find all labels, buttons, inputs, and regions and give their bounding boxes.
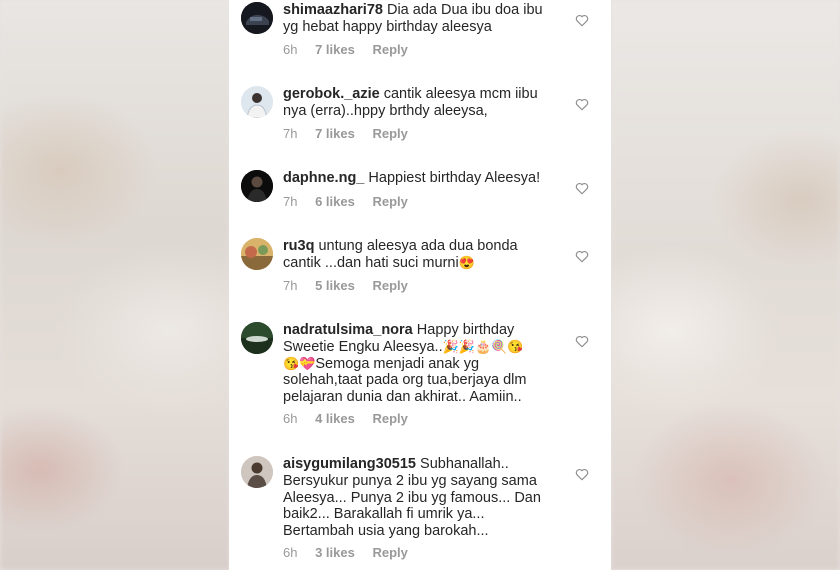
comment-likes[interactable]: 6 likes <box>315 194 355 209</box>
comment-likes[interactable]: 3 likes <box>315 545 355 560</box>
reply-button[interactable]: Reply <box>372 278 407 293</box>
like-heart-icon[interactable] <box>575 182 589 195</box>
dark-car-avatar-icon[interactable] <box>241 2 273 34</box>
comment-username[interactable]: ru3q <box>283 238 314 254</box>
comment-likes[interactable]: 7 likes <box>315 42 355 57</box>
comment-likes[interactable]: 4 likes <box>315 411 355 426</box>
comment-meta: 7h 5 likes Reply <box>283 278 422 293</box>
party-emoji-group: 🎉🎉🎂🍭😘 <box>442 338 524 354</box>
comment-text: gerobok._azie cantik aleesya mcm iibu ny… <box>283 86 558 120</box>
comment-meta: 7h 6 likes Reply <box>283 194 422 209</box>
heart-eyes-emoji: 😍 <box>458 254 475 270</box>
dark-portrait-avatar-icon[interactable] <box>241 170 273 202</box>
comment-username[interactable]: daphne.ng_ <box>283 170 364 186</box>
reply-button[interactable]: Reply <box>372 126 407 141</box>
landscape-avatar-icon[interactable] <box>241 238 273 270</box>
comment-meta: 6h 4 likes Reply <box>283 411 422 426</box>
comment-body: Happiest birthday Aleesya! <box>368 170 541 186</box>
reply-button[interactable]: Reply <box>372 42 407 57</box>
comment-text: shimaazhari78 Dia ada Dua ibu doa ibu yg… <box>283 2 558 36</box>
comment-meta: 7h 7 likes Reply <box>283 126 422 141</box>
comments-panel: shimaazhari78 Dia ada Dua ibu doa ibu yg… <box>229 0 611 570</box>
comment-likes[interactable]: 7 likes <box>315 126 355 141</box>
nature-avatar-icon[interactable] <box>241 322 273 354</box>
comment-body-continued: Semoga menjadi anak yg solehah,taat pada… <box>283 355 527 406</box>
comment-text: daphne.ng_ Happiest birthday Aleesya! <box>283 170 558 187</box>
comment-text: nadratulsima_nora Happy birthday Sweetie… <box>283 322 558 406</box>
comment-text: ru3q untung aleesya ada dua bonda cantik… <box>283 238 558 272</box>
comment-text: aisygumilang30515 Subhanallah.. Bersyuku… <box>283 456 558 540</box>
blurred-background-left <box>0 0 230 570</box>
comment-username[interactable]: shimaazhari78 <box>283 2 383 18</box>
person-avatar-icon[interactable] <box>241 456 273 488</box>
comment-likes[interactable]: 5 likes <box>315 278 355 293</box>
blurred-background-right <box>611 0 840 570</box>
comment-meta: 6h 7 likes Reply <box>283 42 422 57</box>
comment-username[interactable]: aisygumilang30515 <box>283 456 416 472</box>
reply-button[interactable]: Reply <box>372 545 407 560</box>
comment-time: 7h <box>283 126 298 141</box>
reply-button[interactable]: Reply <box>372 411 407 426</box>
like-heart-icon[interactable] <box>575 14 589 27</box>
comment-body: untung aleesya ada dua bonda cantik ...d… <box>283 238 518 271</box>
comment-meta: 6h 3 likes Reply <box>283 545 422 560</box>
person-avatar-icon[interactable] <box>241 86 273 118</box>
comment-time: 6h <box>283 42 298 57</box>
like-heart-icon[interactable] <box>575 468 589 481</box>
comment-time: 6h <box>283 545 298 560</box>
comment-time: 7h <box>283 278 298 293</box>
reply-button[interactable]: Reply <box>372 194 407 209</box>
comment-username[interactable]: nadratulsima_nora <box>283 322 413 338</box>
comment-time: 6h <box>283 411 298 426</box>
like-heart-icon[interactable] <box>575 250 589 263</box>
comment-username[interactable]: gerobok._azie <box>283 86 380 102</box>
kiss-gift-emoji-group: 😘💝 <box>283 355 316 371</box>
like-heart-icon[interactable] <box>575 98 589 111</box>
comment-time: 7h <box>283 194 298 209</box>
like-heart-icon[interactable] <box>575 335 589 348</box>
